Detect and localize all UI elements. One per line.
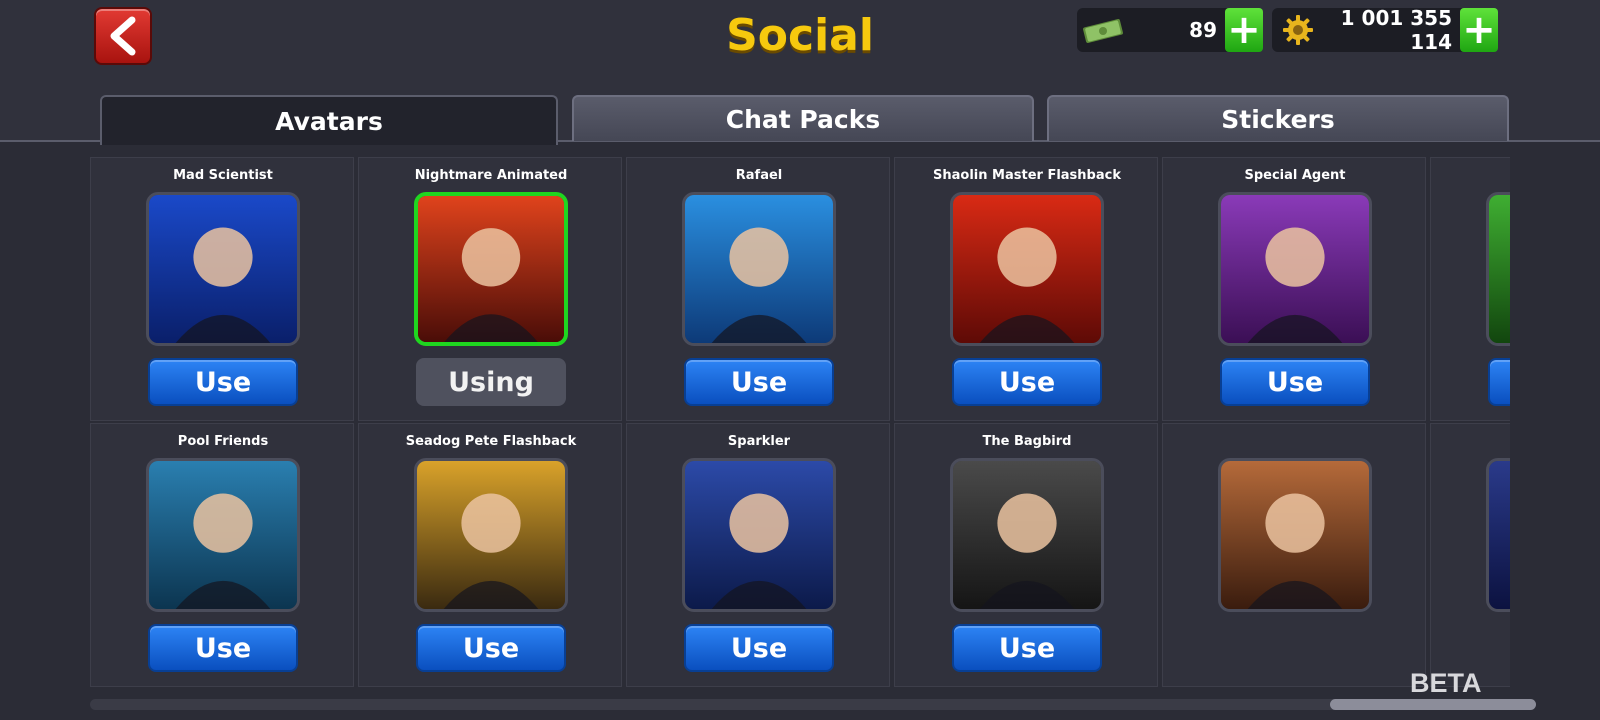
avatar-image[interactable] [1218, 458, 1372, 612]
cash-value: 89 [1189, 18, 1217, 42]
avatar-image[interactable] [1486, 458, 1510, 612]
use-button[interactable]: Use [148, 358, 298, 406]
add-coins-button[interactable]: + [1460, 8, 1498, 52]
use-button[interactable]: Use [684, 358, 834, 406]
use-button[interactable]: Use [148, 624, 298, 672]
avatar-image[interactable] [950, 458, 1104, 612]
avatar-card[interactable]: Nightmare Animated Using [358, 157, 622, 421]
avatar-image[interactable] [682, 458, 836, 612]
tab-stickers[interactable]: Stickers [1047, 95, 1509, 141]
avatar-name: Rafael [735, 168, 783, 183]
avatar-card[interactable]: Shaolin Master Flashback Use [894, 157, 1158, 421]
use-button[interactable]: Use [1220, 358, 1370, 406]
avatar-image[interactable] [1486, 192, 1510, 346]
cash-balance: 89 + [1077, 8, 1263, 52]
avatar-image[interactable] [414, 458, 568, 612]
avatar-image[interactable] [950, 192, 1104, 346]
cash-icon [1077, 8, 1129, 52]
avatar-name: Nightmare Animated [414, 168, 568, 183]
avatar-image[interactable] [414, 192, 568, 346]
avatar-name: Pool Friends [177, 434, 269, 449]
avatar-card[interactable]: Matthew Use [1430, 157, 1510, 421]
avatar-card[interactable]: Sparkler Use [626, 423, 890, 687]
avatar-card[interactable]: Rafael Use [626, 157, 890, 421]
avatar-name: Special Agent [1244, 168, 1346, 183]
avatar-card[interactable]: Pool Friends Use [90, 423, 354, 687]
avatar-card[interactable]: The Bagbird Use [894, 423, 1158, 687]
use-button[interactable]: Use [684, 624, 834, 672]
avatar-grid[interactable]: Mad Scientist Use Nightmare Animated Using R… [90, 157, 1510, 689]
avatar-name: Seadog Pete Flashback [405, 434, 577, 449]
beta-label: BETA [1410, 668, 1482, 698]
scrollbar-thumb[interactable] [1330, 699, 1536, 710]
avatar-card[interactable] [1162, 423, 1426, 687]
add-cash-button[interactable]: + [1225, 8, 1263, 52]
coin-balance: 1 001 355 114 + [1272, 6, 1498, 54]
avatar-card[interactable]: Special Agent Use [1162, 157, 1426, 421]
coin-icon [1272, 8, 1324, 52]
avatar-card[interactable]: Mad Scientist Use [90, 157, 354, 421]
horizontal-scrollbar[interactable] [90, 699, 1536, 710]
use-button[interactable]: Use [416, 624, 566, 672]
use-button[interactable]: Use [1488, 358, 1510, 406]
avatar-name: Sparkler [727, 434, 791, 449]
avatar-image[interactable] [1218, 192, 1372, 346]
avatar-name: Shaolin Master Flashback [933, 168, 1121, 183]
tab-chat-packs[interactable]: Chat Packs [572, 95, 1034, 141]
avatar-card[interactable]: Seadog Pete Flashback Use [358, 423, 622, 687]
use-button[interactable]: Use [952, 624, 1102, 672]
avatar-name: V [1431, 434, 1510, 449]
avatar-image[interactable] [682, 192, 836, 346]
avatar-name: Matthew [1431, 168, 1510, 183]
avatar-name: The Bagbird [982, 434, 1072, 449]
tab-avatars[interactable]: Avatars [100, 95, 558, 145]
coin-value: 1 001 355 114 [1340, 6, 1452, 54]
using-button[interactable]: Using [416, 358, 566, 406]
avatar-image[interactable] [146, 458, 300, 612]
avatar-card[interactable]: V [1430, 423, 1510, 687]
avatar-image[interactable] [146, 192, 300, 346]
use-button[interactable]: Use [952, 358, 1102, 406]
avatar-name: Mad Scientist [173, 168, 273, 183]
